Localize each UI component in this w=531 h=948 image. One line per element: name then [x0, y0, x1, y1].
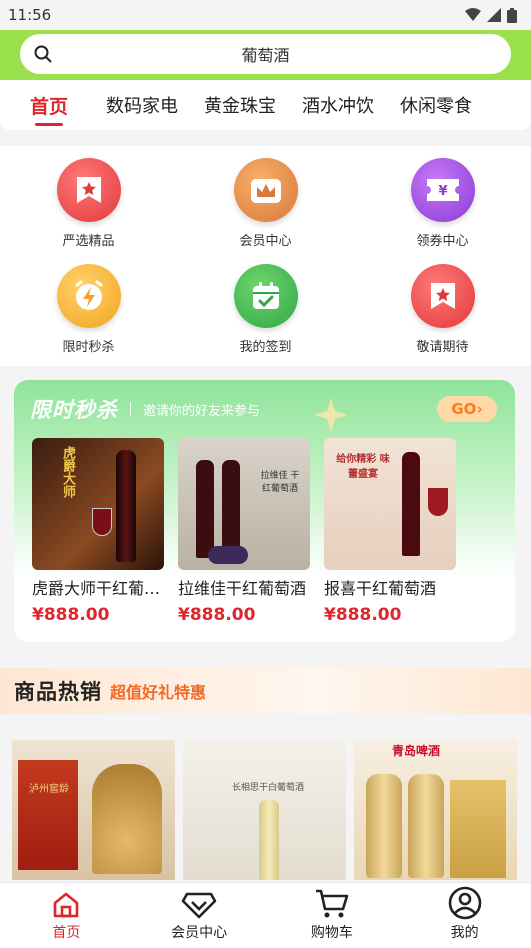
- shortcut-label: 会员中心: [239, 234, 292, 249]
- nav-label: 购物车: [310, 925, 353, 941]
- hot-product-card[interactable]: 长相思干白葡萄酒: [183, 740, 346, 880]
- hot-product-card[interactable]: 青岛啤酒: [354, 740, 517, 880]
- signal-icon: [487, 8, 501, 22]
- shortcut-label: 限时秒杀: [62, 340, 115, 355]
- coupon-yen-icon: ¥: [410, 158, 475, 222]
- tab-snacks[interactable]: 休闲零食: [400, 80, 472, 130]
- hot-sale-banner: 商品热销 超值好礼特惠: [0, 668, 531, 714]
- tab-drinks[interactable]: 酒水冲饮: [302, 80, 374, 130]
- search-placeholder: 葡萄酒: [241, 46, 290, 65]
- flash-sale-go-button[interactable]: GO ›: [437, 396, 497, 422]
- bookmark-star-icon: [410, 264, 475, 328]
- lightning-clock-icon: [56, 264, 121, 328]
- hot-product-card[interactable]: 泸州窖龄: [12, 740, 175, 880]
- chevron-right-icon: ›: [476, 400, 483, 418]
- shortcut-coupon-center[interactable]: ¥ 领券中心: [354, 158, 531, 264]
- nav-label: 我的: [450, 925, 479, 941]
- shortcut-flash-sale[interactable]: 限时秒杀: [0, 264, 177, 370]
- bottom-nav: 首页 会员中心 购物车 我的: [0, 882, 531, 948]
- status-time: 11:56: [8, 6, 52, 24]
- bookmark-star-icon: [56, 158, 121, 222]
- shortcut-selected-goods[interactable]: 严选精品: [0, 158, 177, 264]
- category-tabs: 首页 数码家电 黄金珠宝 酒水冲饮 休闲零食: [0, 80, 531, 130]
- shortcut-label: 领券中心: [416, 234, 469, 249]
- crown-icon: [233, 158, 298, 222]
- tab-home[interactable]: 首页: [30, 80, 68, 130]
- calendar-check-icon: [233, 264, 298, 328]
- tab-digital[interactable]: 数码家电: [106, 80, 178, 130]
- cart-icon: [315, 889, 349, 918]
- product-image: 给你精彩 味蕾盛宴: [324, 438, 456, 570]
- diamond-icon: [181, 892, 217, 919]
- shortcut-coming-soon[interactable]: 敬请期待: [354, 264, 531, 370]
- product-image: 拉维佳 干红葡萄酒: [178, 438, 310, 570]
- product-price: ¥888.00: [178, 605, 256, 625]
- shortcut-label: 敬请期待: [416, 340, 469, 355]
- shortcut-grid: 严选精品 会员中心 ¥ 领券中心 限时秒杀 我的签到 敬请期待: [0, 146, 531, 366]
- tab-jewelry[interactable]: 黄金珠宝: [204, 80, 276, 130]
- sparkle-icon: [314, 398, 348, 432]
- status-bar: 11:56: [0, 0, 531, 30]
- flash-product-card[interactable]: 虎爵大师 虎爵大师干红葡萄酒 ¥888.00: [32, 438, 164, 625]
- wifi-icon: [465, 8, 481, 21]
- hot-sale-title: 商品热销: [14, 680, 102, 704]
- user-icon: [448, 886, 481, 920]
- product-price: ¥888.00: [32, 605, 110, 625]
- product-name: 虎爵大师干红葡萄酒: [32, 579, 164, 598]
- nav-profile[interactable]: 我的: [398, 883, 531, 948]
- hot-product-grid: 泸州窖龄 长相思干白葡萄酒 青岛啤酒: [0, 714, 531, 880]
- shortcut-member-center[interactable]: 会员中心: [177, 158, 354, 264]
- search-bar: 葡萄酒: [0, 30, 531, 80]
- product-name: 拉维佳干红葡萄酒: [178, 579, 307, 598]
- hot-sale-subtitle: 超值好礼特惠: [110, 683, 207, 702]
- flash-sale-section: 限时秒杀 邀请你的好友来参与 GO › 虎爵大师 虎爵大师干红葡萄酒 ¥888.0…: [14, 380, 515, 642]
- flash-sale-subtitle: 邀请你的好友来参与: [143, 403, 261, 419]
- nav-member-center[interactable]: 会员中心: [133, 883, 266, 948]
- product-price: ¥888.00: [324, 605, 402, 625]
- shortcut-label: 严选精品: [62, 234, 115, 249]
- svg-text:¥: ¥: [438, 184, 447, 199]
- product-name: 报喜干红葡萄酒: [324, 579, 437, 598]
- battery-icon: [507, 7, 517, 23]
- nav-home[interactable]: 首页: [0, 883, 133, 948]
- shortcut-label: 我的签到: [239, 340, 292, 355]
- nav-cart[interactable]: 购物车: [266, 883, 399, 948]
- flash-sale-title: 限时秒杀: [30, 398, 118, 422]
- nav-label: 会员中心: [171, 925, 228, 941]
- shortcut-checkin[interactable]: 我的签到: [177, 264, 354, 370]
- product-image: 虎爵大师: [32, 438, 164, 570]
- search-input[interactable]: 葡萄酒: [20, 34, 511, 74]
- flash-product-card[interactable]: 给你精彩 味蕾盛宴 报喜干红葡萄酒 ¥888.00: [324, 438, 456, 625]
- flash-product-card[interactable]: 拉维佳 干红葡萄酒 拉维佳干红葡萄酒 ¥888.00: [178, 438, 310, 625]
- home-icon: [54, 892, 79, 918]
- nav-label: 首页: [52, 925, 81, 941]
